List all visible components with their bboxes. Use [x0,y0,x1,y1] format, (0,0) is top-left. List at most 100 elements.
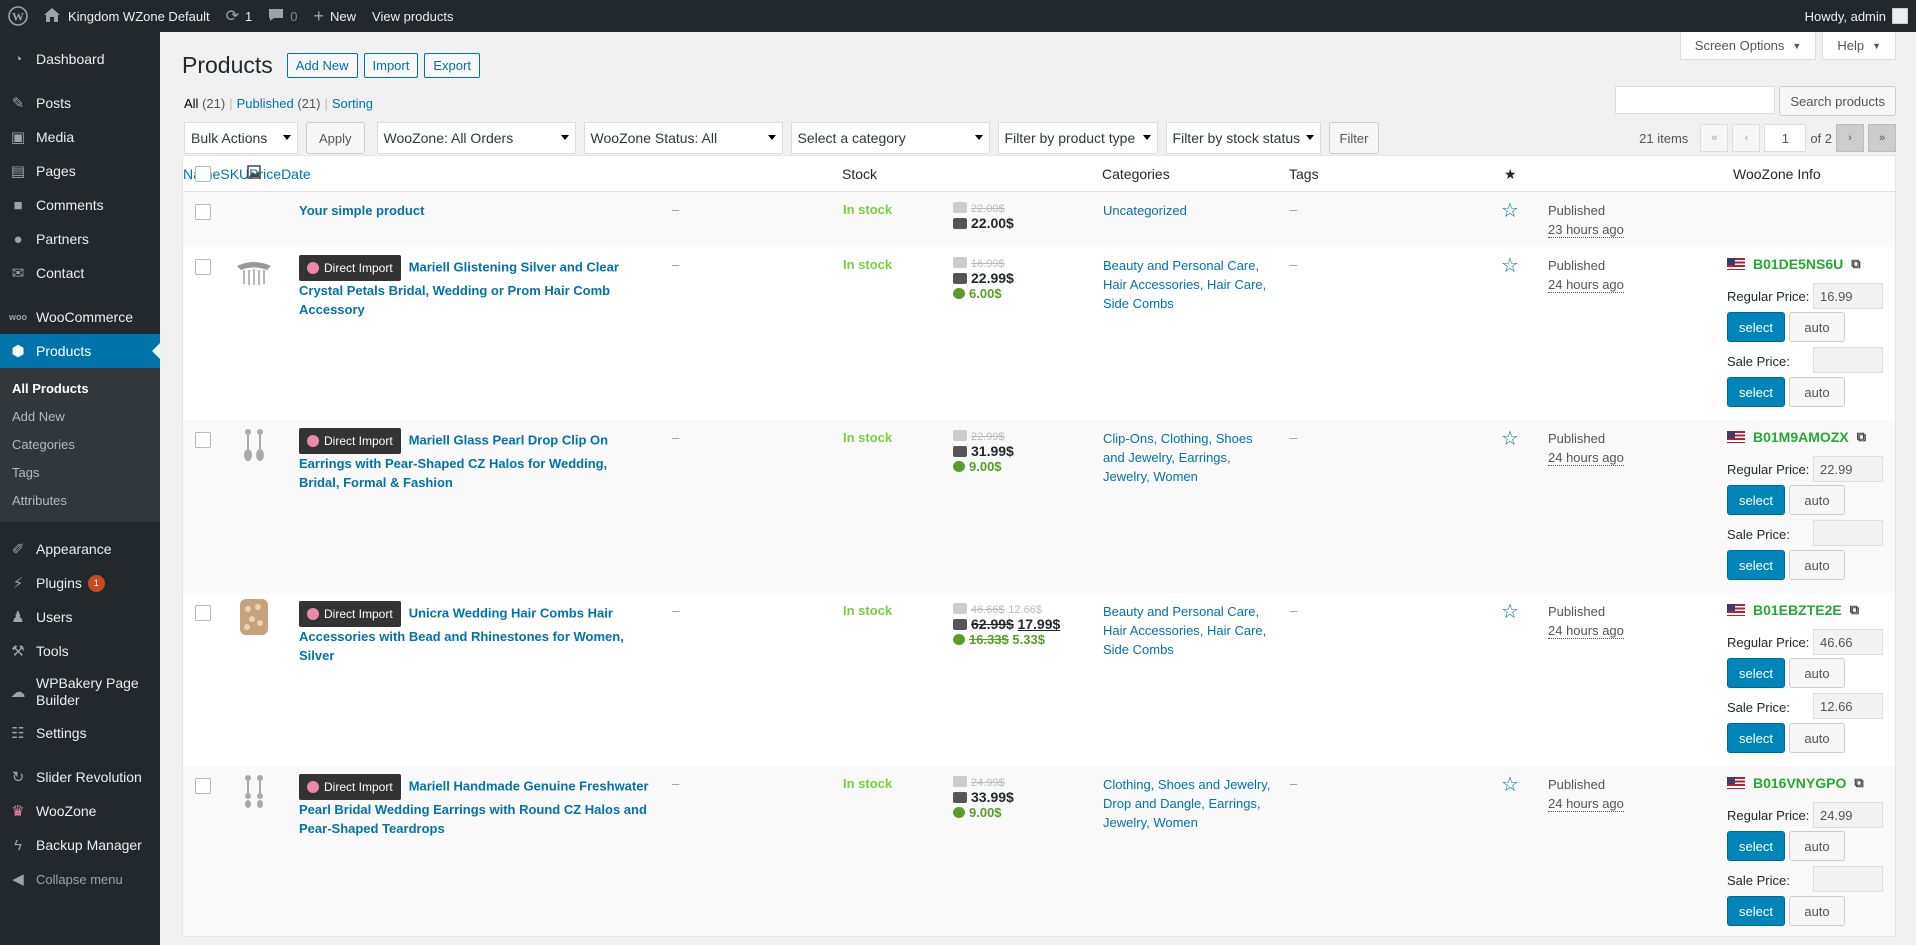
featured-star-icon[interactable]: ☆ [1501,253,1519,278]
product-name-link[interactable]: Your simple product [299,201,424,220]
help-button[interactable]: Help ▼ [1822,32,1896,60]
submenu-tags[interactable]: Tags [0,458,160,486]
regular-auto-button[interactable]: auto [1789,831,1845,861]
direct-import-button[interactable]: Direct Import [299,601,401,627]
featured-star-icon[interactable]: ☆ [1501,426,1519,451]
column-sku[interactable]: SKU [220,166,249,182]
categories-link[interactable]: Uncategorized [1103,201,1187,220]
filter-button[interactable]: Filter [1328,122,1380,154]
add-new-button[interactable]: Add New [286,53,358,78]
menu-settings[interactable]: ☷ Settings [0,716,160,750]
collapse-menu-button[interactable]: ◀ Collapse menu [0,862,160,896]
row-checkbox[interactable] [195,432,211,448]
categories-link[interactable]: Beauty and Personal Care, Hair Accessori… [1103,256,1273,313]
menu-woozone[interactable]: ♛ WooZone [0,794,160,828]
regular-price-input[interactable]: 16.99 [1813,283,1883,309]
asin-link[interactable]: B01EBZTE2E [1753,602,1842,618]
menu-backup-manager[interactable]: ϟ Backup Manager [0,828,160,862]
select-all-checkbox[interactable] [195,166,211,182]
sale-auto-button[interactable]: auto [1789,550,1845,580]
menu-dashboard[interactable]: ◔ Dashboard [0,42,160,76]
sale-auto-button[interactable]: auto [1789,723,1845,753]
menu-slider-revolution[interactable]: ↻ Slider Revolution [0,760,160,794]
product-thumbnail[interactable] [234,597,274,637]
import-button[interactable]: Import [363,53,419,78]
menu-comments[interactable]: ■ Comments [0,188,160,222]
site-name-link[interactable]: Kingdom WZone Default [36,0,218,32]
row-checkbox[interactable] [195,204,211,220]
menu-wpbakery[interactable]: ☁ WPBakery Page Builder [0,668,160,716]
asin-link[interactable]: B01M9AMOZX [1753,429,1849,445]
export-button[interactable]: Export [424,53,480,78]
product-type-select[interactable]: Filter by product type [997,122,1158,154]
row-checkbox[interactable] [195,605,211,621]
regular-auto-button[interactable]: auto [1789,658,1845,688]
sale-select-button[interactable]: select [1727,723,1785,753]
featured-star-icon[interactable]: ☆ [1501,772,1519,797]
stock-status-select[interactable]: Filter by stock status [1165,122,1321,154]
menu-products[interactable]: ⬢ Products [0,334,160,368]
next-page-button[interactable]: › [1836,124,1864,152]
menu-tools[interactable]: ⚒ Tools [0,634,160,668]
menu-pages[interactable]: ▤ Pages [0,154,160,188]
featured-star-icon[interactable]: ☆ [1501,198,1519,223]
bulk-actions-select[interactable]: Bulk Actions [184,122,298,154]
sale-price-input[interactable] [1813,347,1883,373]
asin-link[interactable]: B01DE5NS6U [1753,256,1843,272]
sale-price-input[interactable] [1813,520,1883,546]
categories-link[interactable]: Clothing, Shoes and Jewelry, Drop and Da… [1103,775,1278,832]
row-checkbox[interactable] [195,259,211,275]
menu-contact[interactable]: ✉ Contact [0,256,160,290]
product-thumbnail[interactable] [234,426,274,466]
wordpress-logo-icon[interactable]: W [0,0,36,32]
woozone-orders-select[interactable]: WooZone: All Orders [376,122,576,154]
submenu-all-products[interactable]: All Products [0,374,160,402]
comments-link[interactable]: 0 [260,0,305,32]
submenu-categories[interactable]: Categories [0,430,160,458]
last-page-button[interactable]: » [1868,124,1896,152]
screen-options-button[interactable]: Screen Options ▼ [1679,32,1817,60]
sale-select-button[interactable]: select [1727,550,1785,580]
category-select[interactable]: Select a category [790,122,990,154]
featured-star-icon[interactable]: ☆ [1501,599,1519,624]
menu-woocommerce[interactable]: woo WooCommerce [0,300,160,334]
submenu-add-new[interactable]: Add New [0,402,160,430]
menu-users[interactable]: ♟ Users [0,600,160,634]
row-checkbox[interactable] [195,778,211,794]
my-account-link[interactable]: Howdy, admin [1797,0,1916,32]
external-link-icon[interactable]: ⧉ [1854,775,1863,791]
direct-import-button[interactable]: Direct Import [299,428,401,454]
regular-price-input[interactable]: 22.99 [1813,456,1883,482]
menu-partners[interactable]: ● Partners [0,222,160,256]
search-products-button[interactable]: Search products [1779,86,1896,116]
current-page-input[interactable]: 1 [1764,124,1807,152]
sale-auto-button[interactable]: auto [1789,377,1845,407]
product-thumbnail[interactable] [234,253,274,293]
view-published[interactable]: Published (21) [237,96,321,111]
apply-button[interactable]: Apply [306,122,365,154]
view-all[interactable]: All (21) [184,96,225,111]
sale-select-button[interactable]: select [1727,896,1785,926]
asin-link[interactable]: B016VNYGPO [1753,775,1846,791]
view-products-link[interactable]: View products [364,0,461,32]
sale-select-button[interactable]: select [1727,377,1785,407]
search-input[interactable] [1615,86,1776,114]
submenu-attributes[interactable]: Attributes [0,486,160,514]
regular-select-button[interactable]: select [1727,831,1785,861]
sale-auto-button[interactable]: auto [1789,896,1845,926]
sale-price-input[interactable] [1813,866,1883,892]
regular-select-button[interactable]: select [1727,485,1785,515]
product-thumbnail[interactable] [234,772,274,812]
regular-select-button[interactable]: select [1727,658,1785,688]
menu-posts[interactable]: ✎ Posts [0,86,160,120]
menu-plugins[interactable]: ⚡ Plugins 1 [0,566,160,600]
view-sorting[interactable]: Sorting [332,96,373,111]
direct-import-button[interactable]: Direct Import [299,774,401,800]
regular-select-button[interactable]: select [1727,312,1785,342]
regular-auto-button[interactable]: auto [1789,485,1845,515]
categories-link[interactable]: Beauty and Personal Care, Hair Accessori… [1103,602,1273,659]
external-link-icon[interactable]: ⧉ [1857,429,1866,445]
menu-appearance[interactable]: ✐ Appearance [0,532,160,566]
menu-media[interactable]: ▣ Media [0,120,160,154]
updates-link[interactable]: ⟳ 1 [218,0,261,32]
